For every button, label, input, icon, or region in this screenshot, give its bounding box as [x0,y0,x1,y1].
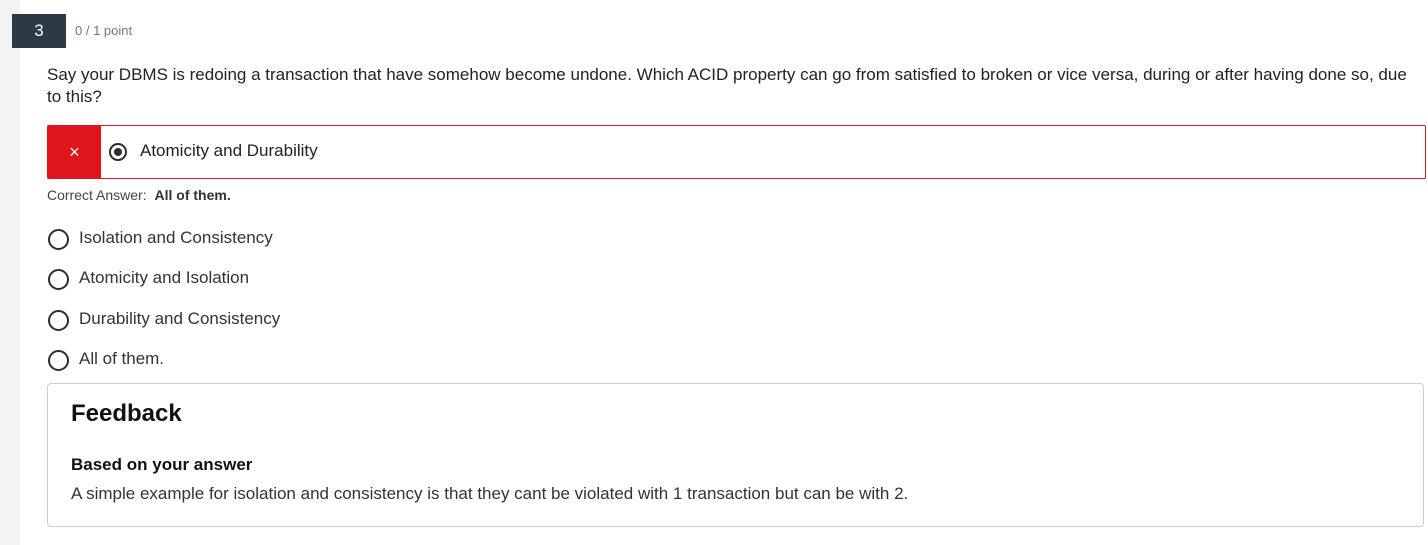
option-radio[interactable] [48,229,69,250]
option-label: Durability and Consistency [79,309,281,328]
feedback-text: A simple example for isolation and consi… [71,484,909,503]
correct-answer-prefix: Correct Answer: [47,187,147,203]
selected-answer-label: Atomicity and Durability [140,141,318,160]
question-text: Say your DBMS is redoing a transaction t… [47,65,1407,106]
feedback-panel: Feedback Based on your answer A simple e… [47,383,1424,527]
left-rail [0,0,20,545]
option-radio[interactable] [48,350,69,371]
option-label: All of them. [79,349,165,368]
option-radio[interactable] [48,310,69,331]
selected-answer[interactable]: × Atomicity and Durability [47,125,1426,179]
correct-answer: Correct Answer: All of them. [47,187,231,203]
option-label: Atomicity and Isolation [79,268,250,287]
correct-answer-value: All of them. [154,187,231,203]
feedback-subtitle: Based on your answer [71,455,253,474]
quiz-question-page: 3 0 / 1 point Say your DBMS is redoing a… [0,0,1428,545]
question-points: 0 / 1 point [75,23,133,38]
question-number-badge: 3 [12,14,66,48]
selected-radio[interactable] [109,143,127,161]
feedback-title: Feedback [71,400,182,427]
option-radio[interactable] [48,269,69,290]
incorrect-icon: × [48,126,101,178]
option-label: Isolation and Consistency [79,228,273,247]
